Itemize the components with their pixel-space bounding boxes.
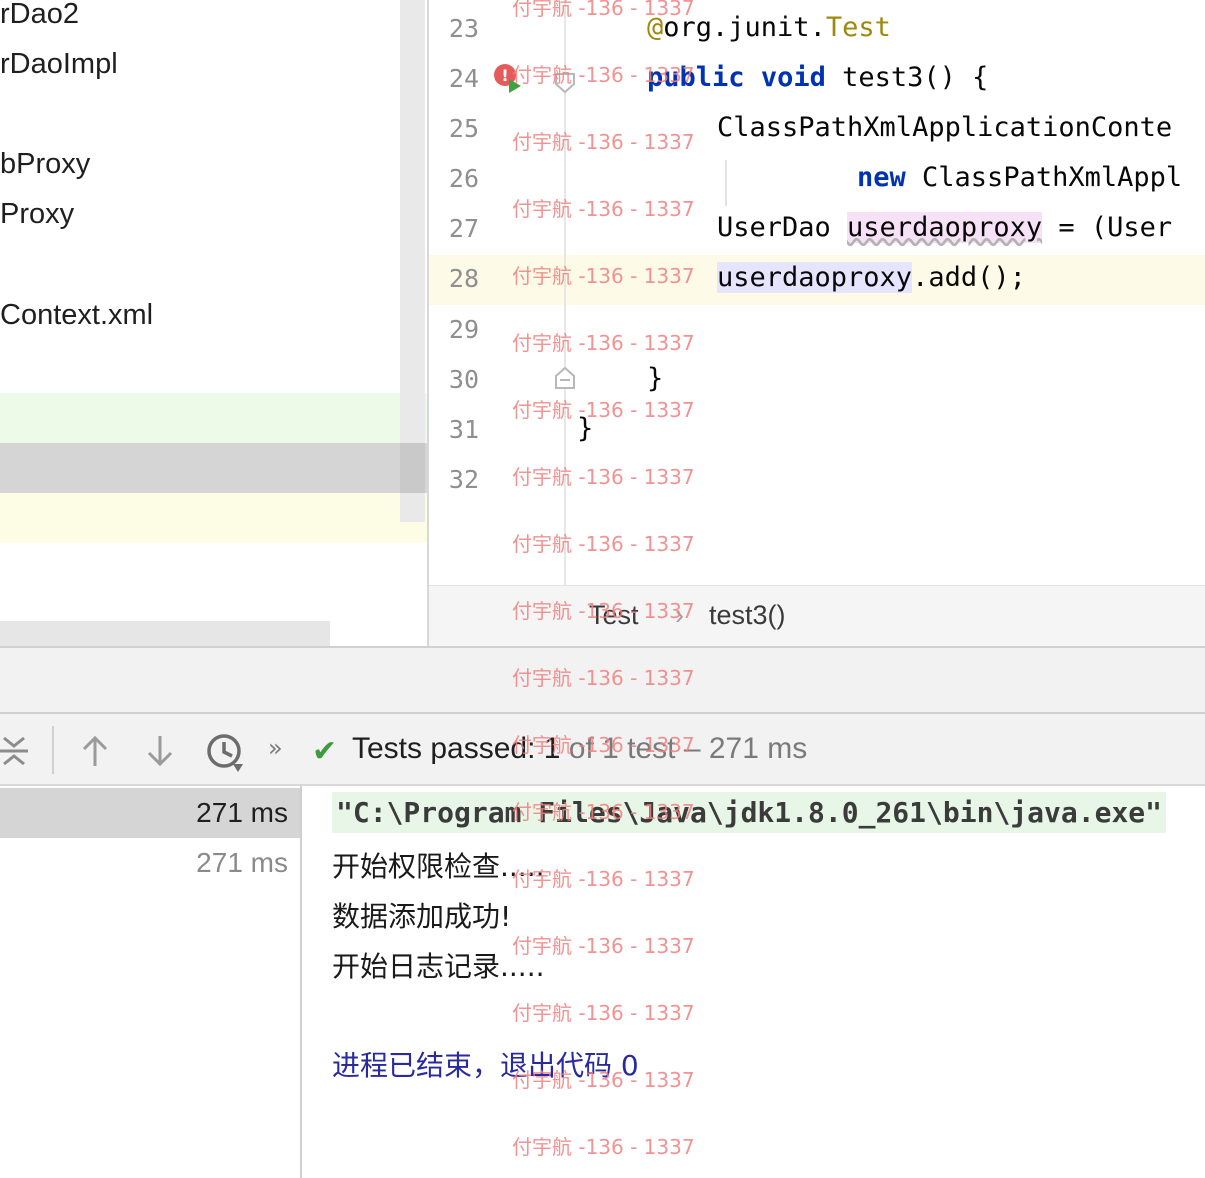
tree-item-userdao2[interactable]: rDao2 — [0, 0, 79, 31]
line-number: 28 — [448, 264, 479, 293]
watermark: 付宇航 -136 - 1337 — [512, 331, 695, 355]
project-tree-panel: rDao2 rDaoImpl bProxy Proxy Context.xml — [0, 0, 427, 646]
watermark: 付宇航 -136 - 1337 — [512, 465, 695, 489]
annotation-name: Test — [825, 12, 891, 43]
variable-reference[interactable]: userdaoproxy — [717, 262, 913, 293]
test-row[interactable]: 271 ms — [0, 838, 300, 888]
type-name: UserDao — [717, 212, 848, 243]
tree-horizontal-scrollbar[interactable] — [0, 621, 330, 646]
collapse-icon[interactable] — [0, 734, 30, 768]
watermark: 付宇航 -136 - 1337 — [512, 398, 695, 422]
tree-item-cglibproxy[interactable]: bProxy — [0, 148, 90, 181]
svg-text:!: ! — [501, 66, 508, 85]
more-chevron-icon[interactable]: » — [268, 730, 283, 766]
line-number: 24 — [448, 64, 479, 93]
constructor-call: ClassPathXmlAppl — [905, 162, 1183, 193]
watermark: 付宇航 -136 - 1337 — [512, 733, 695, 757]
console-output[interactable]: "C:\Program Files\Java\jdk1.8.0_261\bin\… — [302, 786, 1205, 1178]
watermark: 付宇航 -136 - 1337 — [512, 934, 695, 958]
tree-item-applicationcontext-xml[interactable]: Context.xml — [0, 299, 153, 332]
method-call: .add(); — [912, 262, 1026, 293]
code-line-27: UserDao userdaoproxy = (User — [717, 212, 1172, 243]
test-duration: 271 ms — [196, 847, 288, 878]
watermark: 付宇航 -136 - 1337 — [512, 1135, 695, 1159]
console-command-line: "C:\Program Files\Java\jdk1.8.0_261\bin\… — [332, 792, 1167, 833]
tree-scrollbar-thumb[interactable] — [400, 443, 425, 493]
arrow-down-icon[interactable] — [145, 734, 175, 768]
code-line-25: ClassPathXmlApplicationConte — [717, 112, 1173, 143]
code-line-26: new ClassPathXmlAppl — [857, 162, 1182, 193]
tree-row-highlight-yellow[interactable] — [0, 493, 427, 543]
tree-row-highlight-green[interactable] — [0, 393, 427, 443]
watermark: 付宇航 -136 - 1337 — [512, 800, 695, 824]
watermark: 付宇航 -136 - 1337 — [512, 599, 695, 623]
watermark: 付宇航 -136 - 1337 — [512, 130, 695, 154]
watermark: 付宇航 -136 - 1337 — [512, 1068, 695, 1092]
watermark: 付宇航 -136 - 1337 — [512, 63, 695, 87]
line-number: 29 — [448, 315, 479, 344]
check-icon: ✔ — [312, 734, 338, 769]
fold-close-icon[interactable] — [554, 366, 576, 390]
watermark: 付宇航 -136 - 1337 — [512, 666, 695, 690]
watermark: 付宇航 -136 - 1337 — [512, 197, 695, 221]
line-number: 23 — [448, 14, 479, 43]
tree-item-userdaoimpl[interactable]: rDaoImpl — [0, 48, 118, 81]
test-duration: 271 ms — [196, 797, 288, 828]
code-line-28: userdaoproxy.add(); — [717, 262, 1026, 293]
variable-declaration[interactable]: userdaoproxy — [847, 212, 1043, 243]
line-number: 27 — [448, 214, 479, 243]
line-number: 26 — [448, 164, 479, 193]
code-line-30: } — [647, 363, 664, 394]
test-results-tree: 271 ms 271 ms — [0, 786, 302, 1178]
keyword-new: new — [857, 162, 906, 193]
watermark: 付宇航 -136 - 1337 — [512, 867, 695, 891]
line-number: 25 — [448, 114, 479, 143]
watermark: 付宇航 -136 - 1337 — [512, 532, 695, 556]
arrow-up-icon[interactable] — [80, 734, 110, 768]
watermark: 付宇航 -136 - 1337 — [512, 0, 695, 20]
watermark: 付宇航 -136 - 1337 — [512, 1001, 695, 1025]
toolbar-separator — [52, 726, 54, 774]
tree-item-jdkproxy[interactable]: Proxy — [0, 198, 74, 231]
indent-guide — [725, 160, 727, 206]
breadcrumb-method[interactable]: test3() — [709, 600, 786, 631]
code-line-24: public void test3() { — [647, 62, 988, 93]
keyword-void: void — [760, 62, 826, 93]
tree-row-selected[interactable] — [0, 443, 427, 493]
cast-expression: = (User — [1042, 212, 1173, 243]
test-row-selected[interactable]: 271 ms — [0, 788, 300, 838]
method-signature: test3() { — [825, 62, 989, 93]
watermark: 付宇航 -136 - 1337 — [512, 264, 695, 288]
console-line: 数据添加成功! — [332, 900, 512, 933]
line-number: 32 — [448, 465, 479, 494]
line-number: 30 — [448, 365, 479, 394]
line-number: 31 — [448, 415, 479, 444]
history-clock-icon[interactable] — [205, 732, 247, 774]
